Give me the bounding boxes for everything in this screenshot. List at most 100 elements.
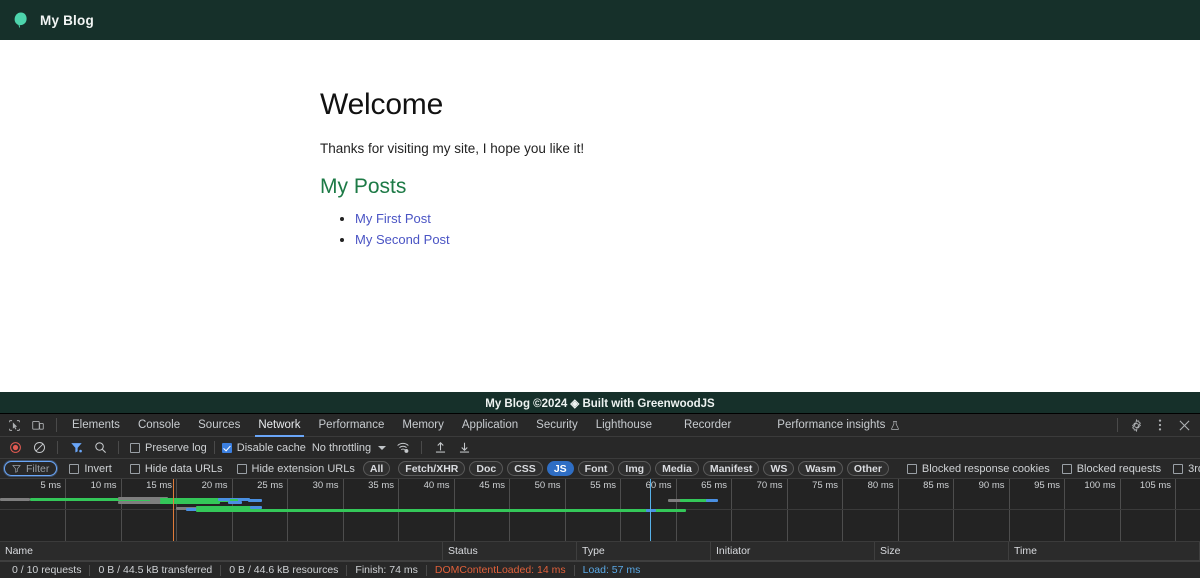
list-item: My Second Post xyxy=(355,232,1200,247)
timeline-tick xyxy=(953,479,954,541)
site-header: My Blog xyxy=(0,0,1200,40)
timeline-tick-label: 105 ms xyxy=(1140,480,1175,491)
settings-gear-icon[interactable] xyxy=(1124,415,1148,435)
column-header-size[interactable]: Size xyxy=(875,542,1009,560)
timeline-tick xyxy=(176,479,177,541)
more-options-icon[interactable] xyxy=(1148,415,1172,435)
hide-extension-urls-box xyxy=(237,464,247,474)
chip-font[interactable]: Font xyxy=(578,461,615,476)
status-transferred: 0 B / 44.5 kB transferred xyxy=(90,564,220,576)
timeline-tick-label: 100 ms xyxy=(1084,480,1119,491)
third-party-requests-checkbox[interactable]: 3rd-party requests xyxy=(1173,463,1200,475)
timeline-tick-label: 50 ms xyxy=(535,480,565,491)
device-toolbar-icon[interactable] xyxy=(26,415,50,435)
chip-other[interactable]: Other xyxy=(847,461,889,476)
tab-sources[interactable]: Sources xyxy=(189,414,249,437)
chip-ws[interactable]: WS xyxy=(763,461,794,476)
import-har-icon[interactable] xyxy=(429,439,451,457)
dom-content-loaded-marker xyxy=(173,479,174,541)
tab-application[interactable]: Application xyxy=(453,414,527,437)
chip-doc[interactable]: Doc xyxy=(469,461,503,476)
inspect-element-icon[interactable] xyxy=(2,415,26,435)
filter-funnel-icon xyxy=(12,464,21,473)
status-finish: Finish: 74 ms xyxy=(347,564,425,576)
chip-manifest[interactable]: Manifest xyxy=(703,461,760,476)
load-event-marker xyxy=(650,479,651,541)
timeline-tick-label: 65 ms xyxy=(701,480,731,491)
leaf-icon xyxy=(12,11,30,29)
tab-network[interactable]: Network xyxy=(249,414,309,437)
toolbar-divider-2 xyxy=(118,441,119,454)
blocked-response-cookies-checkbox[interactable]: Blocked response cookies xyxy=(907,463,1050,475)
post-link-2[interactable]: My Second Post xyxy=(355,232,450,247)
hide-extension-urls-label: Hide extension URLs xyxy=(252,463,355,475)
tabbar-right-divider xyxy=(1117,418,1118,432)
devtools-panel: Elements Console Sources Network Perform… xyxy=(0,413,1200,578)
column-header-type[interactable]: Type xyxy=(577,542,711,560)
chip-img[interactable]: Img xyxy=(618,461,651,476)
blocked-requests-label: Blocked requests xyxy=(1077,463,1161,475)
disable-cache-checkbox[interactable]: Disable cache xyxy=(222,442,306,454)
tab-elements[interactable]: Elements xyxy=(63,414,129,437)
blocked-requests-checkbox[interactable]: Blocked requests xyxy=(1062,463,1161,475)
timeline-tick xyxy=(121,479,122,541)
network-request-table: Name Status Type Initiator Size Time xyxy=(0,542,1200,561)
tabbar-right-actions xyxy=(1111,415,1200,435)
status-resources: 0 B / 44.6 kB resources xyxy=(221,564,346,576)
network-overview-timeline[interactable]: 5 ms10 ms15 ms20 ms25 ms30 ms35 ms40 ms4… xyxy=(0,479,1200,542)
chip-js[interactable]: JS xyxy=(547,461,574,476)
throttling-dropdown[interactable]: No throttling xyxy=(308,442,390,454)
tab-performance-insights-label: Performance insights xyxy=(777,414,885,437)
network-status-bar: 0 / 10 requests 0 B / 44.5 kB transferre… xyxy=(0,561,1200,578)
chip-media[interactable]: Media xyxy=(655,461,699,476)
timeline-tick xyxy=(65,479,66,541)
invert-box xyxy=(69,464,79,474)
timeline-tick-label: 25 ms xyxy=(257,480,287,491)
column-header-status[interactable]: Status xyxy=(443,542,577,560)
search-input[interactable]: Filter xyxy=(4,461,57,476)
post-link-1[interactable]: My First Post xyxy=(355,211,431,226)
chip-wasm[interactable]: Wasm xyxy=(798,461,843,476)
timeline-tick-label: 80 ms xyxy=(868,480,898,491)
clear-network-log-icon[interactable] xyxy=(28,439,50,457)
search-icon[interactable] xyxy=(89,439,111,457)
tab-security[interactable]: Security xyxy=(527,414,587,437)
hide-data-urls-checkbox[interactable]: Hide data URLs xyxy=(130,463,223,475)
site-main: Welcome Thanks for visiting my site, I h… xyxy=(0,40,1200,392)
throttling-value: No throttling xyxy=(312,442,371,454)
tab-recorder[interactable]: Recorder xyxy=(675,414,740,437)
tab-console[interactable]: Console xyxy=(129,414,189,437)
timeline-tick xyxy=(1175,479,1176,541)
tab-performance-insights[interactable]: Performance insights xyxy=(768,414,909,437)
column-header-time[interactable]: Time xyxy=(1009,542,1200,560)
record-button-icon[interactable] xyxy=(4,439,26,457)
hide-data-urls-label: Hide data URLs xyxy=(145,463,223,475)
third-party-requests-label: 3rd-party requests xyxy=(1188,463,1200,475)
wifi-settings-icon[interactable] xyxy=(392,439,414,457)
invert-checkbox[interactable]: Invert xyxy=(69,463,112,475)
timeline-tick-label: 55 ms xyxy=(590,480,620,491)
column-header-name[interactable]: Name xyxy=(0,542,443,560)
list-item: My First Post xyxy=(355,211,1200,226)
tab-memory[interactable]: Memory xyxy=(393,414,453,437)
hide-extension-urls-checkbox[interactable]: Hide extension URLs xyxy=(237,463,355,475)
timeline-tick-label: 15 ms xyxy=(146,480,176,491)
preserve-log-checkbox[interactable]: Preserve log xyxy=(126,442,207,454)
tabbar-divider xyxy=(56,418,57,432)
close-devtools-icon[interactable] xyxy=(1172,415,1196,435)
flask-icon xyxy=(890,420,900,431)
tab-performance[interactable]: Performance xyxy=(310,414,394,437)
hide-data-urls-box xyxy=(130,464,140,474)
page-title: Welcome xyxy=(320,88,1200,122)
timeline-tick xyxy=(787,479,788,541)
chip-css[interactable]: CSS xyxy=(507,461,543,476)
tab-lighthouse[interactable]: Lighthouse xyxy=(587,414,661,437)
filter-icon[interactable] xyxy=(65,439,87,457)
chip-all[interactable]: All xyxy=(363,461,390,476)
column-header-initiator[interactable]: Initiator xyxy=(711,542,875,560)
timeline-tick-label: 20 ms xyxy=(202,480,232,491)
blocked-response-cookies-box xyxy=(907,464,917,474)
export-har-icon[interactable] xyxy=(453,439,475,457)
chip-fetch-xhr[interactable]: Fetch/XHR xyxy=(398,461,465,476)
timeline-tick-label: 35 ms xyxy=(368,480,398,491)
